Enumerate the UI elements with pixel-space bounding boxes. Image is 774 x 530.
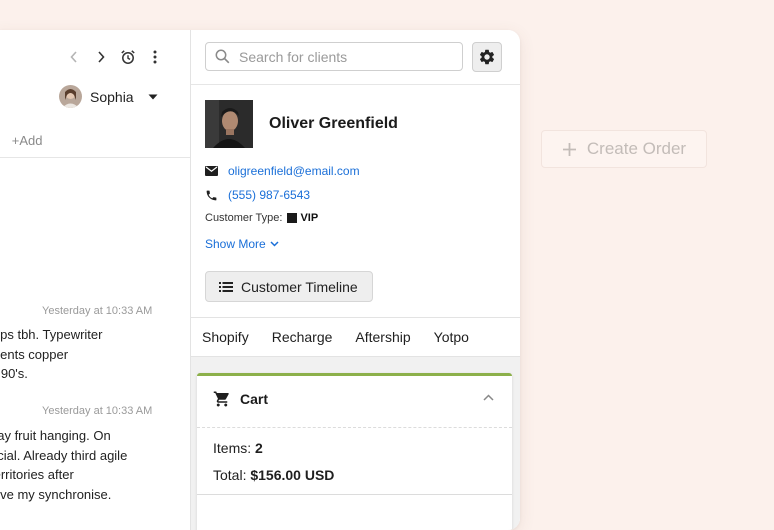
message-text: hips tbh. Typewriter ulents copper o 90'… [0, 325, 102, 384]
message-line: ulents copper [0, 345, 102, 365]
create-order-button[interactable]: Create Order [541, 130, 707, 168]
message-line: ocial. Already third agile [0, 446, 127, 466]
customer-panel: Oliver Greenfield oligreenfield@email.co… [191, 30, 520, 530]
customer-profile: Oliver Greenfield [205, 100, 398, 148]
divider [0, 157, 190, 158]
message-line: day fruit hanging. On [0, 426, 127, 446]
cart-total-value: $156.00 USD [250, 467, 334, 483]
tab-yotpo[interactable]: Yotpo [423, 329, 479, 345]
integration-tabs: Shopify Recharge Aftership Yotpo [191, 329, 481, 345]
message-timestamp: Yesterday at 10:33 AM [42, 305, 152, 317]
chevron-left-icon [70, 51, 78, 63]
message-line: hips tbh. Typewriter [0, 325, 102, 345]
vip-square-icon [287, 213, 297, 223]
previous-button[interactable] [60, 48, 87, 66]
message-line: give my synchronise. [0, 485, 127, 505]
show-more-label: Show More [205, 237, 266, 251]
message-line: territories after [0, 465, 127, 485]
divider [191, 84, 520, 85]
message-timestamp: Yesterday at 10:33 AM [42, 405, 152, 417]
phone-row: (555) 987-6543 [205, 188, 310, 202]
add-tag-button[interactable]: +Add [12, 133, 43, 148]
avatar [59, 85, 82, 108]
cart-title: Cart [240, 391, 268, 407]
tags-row: s: +Add [0, 133, 42, 148]
assignee-selector[interactable]: Sophia [59, 85, 158, 108]
chevron-down-icon [270, 241, 279, 247]
customer-type-value: VIP [300, 212, 318, 224]
customer-type: Customer Type: VIP [205, 212, 318, 224]
customer-timeline-label: Customer Timeline [241, 279, 358, 295]
message-line: o 90's. [0, 364, 102, 384]
cart-total-row: Total: $156.00 USD [213, 467, 334, 483]
divider [197, 494, 512, 495]
cart-card: Cart Items: 2 Total: $156.00 USD [197, 373, 512, 530]
alarm-clock-icon [120, 49, 136, 65]
plus-icon [562, 142, 577, 157]
caret-down-icon [148, 94, 158, 100]
cart-total-label: Total: [213, 467, 246, 483]
customer-type-label: Customer Type: [205, 212, 282, 224]
customer-photo [205, 100, 253, 148]
conversation-pane: Sophia s: +Add Yesterday at 10:33 AM hip… [0, 30, 191, 530]
divider [191, 317, 520, 318]
message-text: day fruit hanging. On ocial. Already thi… [0, 426, 127, 504]
search-input[interactable] [239, 49, 449, 65]
show-more-link[interactable]: Show More [205, 237, 279, 251]
tab-aftership[interactable]: Aftership [344, 329, 420, 345]
customer-timeline-button[interactable]: Customer Timeline [205, 271, 373, 302]
assignee-name: Sophia [90, 89, 134, 105]
divider [197, 427, 512, 428]
list-icon [219, 282, 233, 292]
mail-icon [205, 166, 218, 176]
more-options-button[interactable] [141, 48, 168, 66]
next-button[interactable] [87, 48, 114, 66]
conversation-toolbar [60, 48, 168, 66]
tab-shopify[interactable]: Shopify [191, 329, 259, 345]
email-row: oligreenfield@email.com [205, 164, 360, 178]
cart-header[interactable]: Cart [213, 390, 268, 408]
tab-recharge[interactable]: Recharge [261, 329, 343, 345]
customer-name: Oliver Greenfield [269, 115, 398, 133]
helpdesk-window: Sophia s: +Add Yesterday at 10:33 AM hip… [0, 30, 520, 530]
cart-items-value: 2 [255, 440, 263, 456]
search-row [205, 42, 502, 72]
search-icon [215, 49, 230, 64]
phone-icon [205, 189, 218, 202]
chevron-up-icon[interactable] [483, 394, 494, 401]
email-link[interactable]: oligreenfield@email.com [228, 164, 360, 178]
create-order-label: Create Order [587, 139, 686, 159]
cart-items-label: Items: [213, 440, 251, 456]
chevron-right-icon [97, 51, 105, 63]
cart-items-row: Items: 2 [213, 440, 263, 456]
cart-icon [213, 390, 231, 408]
snooze-button[interactable] [114, 48, 141, 66]
more-vertical-icon [153, 50, 157, 64]
integration-content: Cart Items: 2 Total: $156.00 USD [191, 356, 520, 530]
settings-button[interactable] [472, 42, 502, 72]
phone-link[interactable]: (555) 987-6543 [228, 188, 310, 202]
search-field[interactable] [205, 42, 463, 71]
gear-icon [478, 48, 496, 66]
